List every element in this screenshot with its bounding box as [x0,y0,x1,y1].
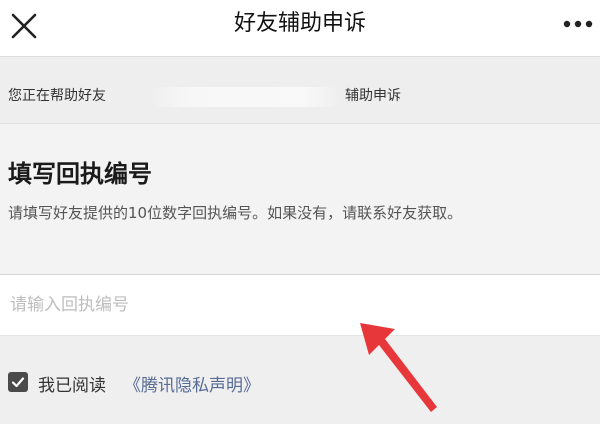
receipt-input-row [0,274,600,336]
receipt-section: 填写回执编号 请填写好友提供的10位数字回执编号。如果没有，请联系好友获取。 [0,124,600,274]
check-icon [11,377,25,388]
friend-name-redacted [150,87,340,107]
helping-friend-prefix: 您正在帮助好友 [8,88,106,104]
helping-friend-bar: 您正在帮助好友 辅助申诉 [0,57,600,124]
red-arrow-icon [360,323,437,412]
receipt-number-input[interactable] [8,287,572,323]
agree-checkbox[interactable] [8,372,28,392]
navigation-bar: 好友辅助申诉 [0,0,600,57]
page-title: 好友辅助申诉 [233,11,366,36]
more-icon[interactable] [560,12,596,36]
section-heading: 填写回执编号 [8,160,152,188]
section-description: 请填写好友提供的10位数字回执编号。如果没有，请联系好友获取。 [8,204,463,222]
helping-friend-suffix: 辅助申诉 [345,88,401,104]
agree-label: 我已阅读 [38,376,106,396]
privacy-policy-link[interactable]: 《腾讯隐私声明》 [124,371,260,396]
